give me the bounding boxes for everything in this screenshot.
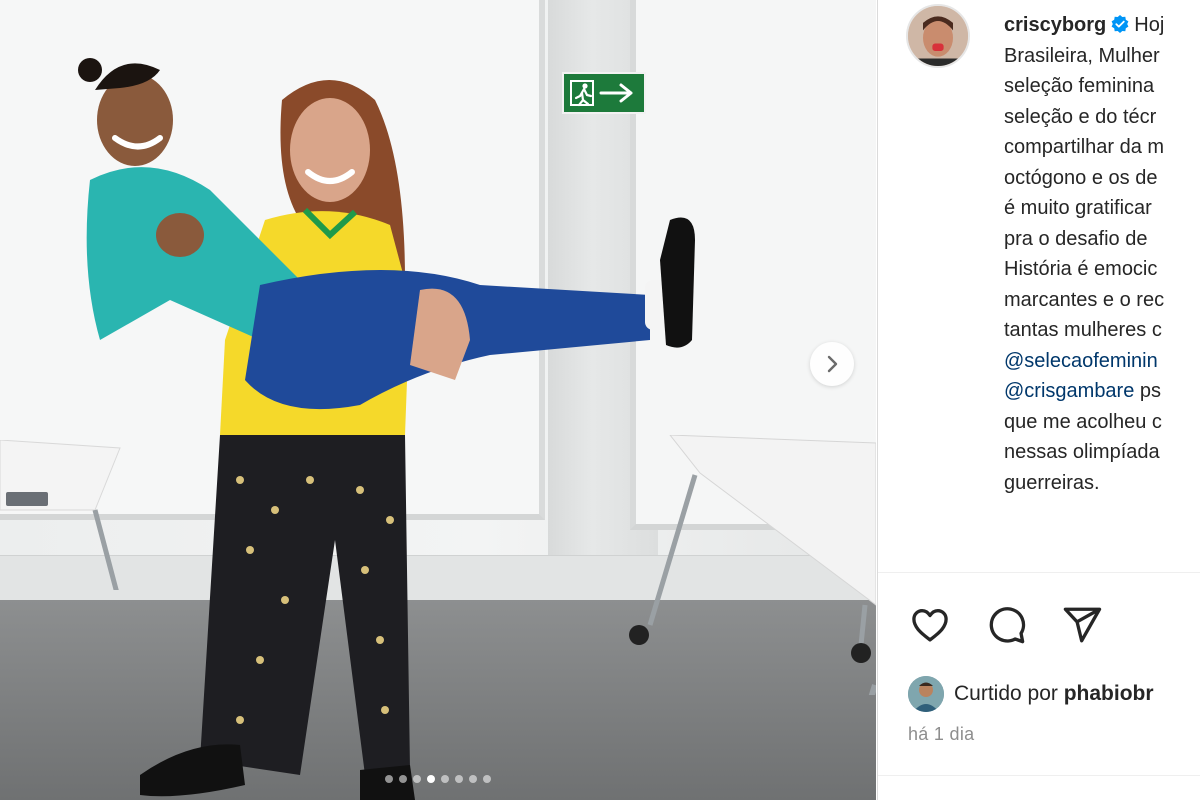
caption-text: que me acolheu c — [1004, 410, 1162, 433]
carousel-dot — [469, 775, 477, 783]
carousel-dot — [427, 775, 435, 783]
caption-text: História é emocic — [1004, 258, 1158, 280]
caption-text: seleção e do técr — [1004, 105, 1157, 128]
caption-text: é muito gratificar — [1004, 197, 1152, 219]
post-panel: criscyborg Hoj Brasileira, Mulher seleçã… — [877, 0, 1200, 800]
comment-button[interactable] — [984, 603, 1028, 647]
carousel-dot — [413, 775, 421, 783]
caption-text: octógono e os de — [1004, 166, 1158, 189]
liker-avatar-image — [908, 676, 944, 712]
caption-section: criscyborg Hoj Brasileira, Mulher seleçã… — [878, 0, 1200, 572]
heart-icon — [912, 608, 948, 642]
carousel-dot — [483, 775, 491, 783]
divider — [878, 775, 1200, 776]
caption-text: pra o desafio de — [1004, 227, 1148, 250]
caption-text: Brasileira, Mulher — [1004, 44, 1160, 67]
caption-text: seleção feminina — [1004, 75, 1155, 97]
carousel-dot — [441, 775, 449, 783]
next-photo-button[interactable] — [810, 342, 854, 386]
caption-text: compartilhar da m — [1004, 136, 1165, 158]
mention-link[interactable]: @selecaofeminin — [1004, 350, 1158, 372]
post-photo[interactable] — [0, 0, 876, 800]
carousel-dot — [385, 775, 393, 783]
carousel-dot — [399, 775, 407, 783]
liker-username-link[interactable]: phabiobr — [1064, 682, 1154, 705]
caption-text: nessas olimpíada — [1004, 441, 1160, 463]
post-caption: criscyborg Hoj Brasileira, Mulher seleçã… — [1004, 10, 1200, 498]
username-link[interactable]: criscyborg — [1004, 14, 1106, 36]
share-button[interactable] — [1060, 603, 1104, 647]
comment-icon — [989, 607, 1026, 644]
like-button[interactable] — [908, 603, 952, 647]
mention-link[interactable]: @crisgambare — [1004, 380, 1134, 402]
caption-text: marcantes e o rec — [1004, 288, 1165, 311]
post-timestamp[interactable]: há 1 dia — [908, 724, 974, 745]
profile-avatar[interactable] — [906, 4, 970, 68]
caption-text: tantas mulheres c — [1004, 319, 1162, 341]
chevron-right-icon — [827, 355, 838, 373]
likes-prefix: Curtido por — [954, 682, 1064, 705]
caption-text: Hoj — [1134, 14, 1165, 36]
likes-summary: Curtido por phabiobr — [908, 676, 1154, 712]
carousel-indicator — [0, 775, 876, 783]
avatar-image — [908, 6, 968, 66]
post-actions — [908, 603, 1104, 647]
carousel-dot — [455, 775, 463, 783]
liker-avatar[interactable] — [908, 676, 944, 712]
caption-text: guerreiras. — [1004, 471, 1100, 494]
divider — [878, 572, 1200, 573]
caption-text: ps — [1134, 380, 1162, 402]
people-illustration — [78, 58, 695, 800]
verified-badge-icon — [1111, 15, 1129, 33]
paper-plane-icon — [1063, 607, 1102, 643]
